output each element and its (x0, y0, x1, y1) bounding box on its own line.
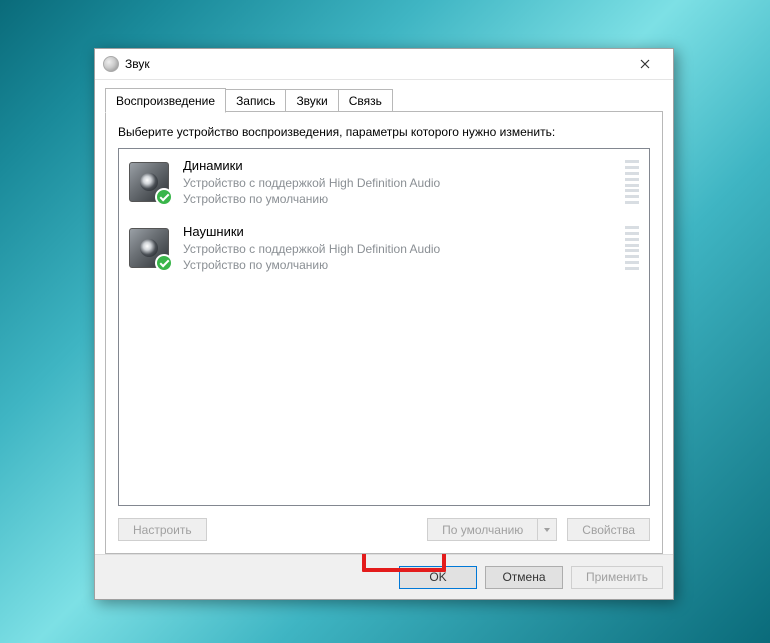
device-item-speakers[interactable]: Динамики Устройство с поддержкой High De… (119, 149, 649, 215)
device-name: Динамики (183, 157, 611, 175)
level-meter (625, 226, 639, 270)
device-status: Устройство по умолчанию (183, 257, 611, 273)
close-button[interactable] (625, 50, 665, 78)
titlebar[interactable]: Звук (95, 49, 673, 80)
instruction-text: Выберите устройство воспроизведения, пар… (118, 124, 650, 140)
device-driver: Устройство с поддержкой High Definition … (183, 241, 611, 257)
device-list[interactable]: Динамики Устройство с поддержкой High De… (118, 148, 650, 506)
device-driver: Устройство с поддержкой High Definition … (183, 175, 611, 191)
device-text: Динамики Устройство с поддержкой High De… (183, 157, 611, 207)
device-name: Наушники (183, 223, 611, 241)
dialog-body: Воспроизведение Запись Звуки Связь Выбер… (95, 80, 673, 554)
speaker-icon (129, 228, 169, 268)
sound-dialog: Звук Воспроизведение Запись Звуки Связь … (94, 48, 674, 600)
close-icon (640, 59, 650, 69)
panel-button-row: Настроить По умолчанию Свойства (118, 518, 650, 541)
set-default-dropdown[interactable] (537, 518, 557, 541)
speaker-icon (129, 162, 169, 202)
sound-icon (103, 56, 119, 72)
set-default-splitbutton[interactable]: По умолчанию (427, 518, 557, 541)
chevron-down-icon (543, 526, 551, 534)
properties-button[interactable]: Свойства (567, 518, 650, 541)
level-meter (625, 160, 639, 204)
ok-button[interactable]: OK (399, 566, 477, 589)
tab-sounds[interactable]: Звуки (285, 89, 338, 112)
tab-playback[interactable]: Воспроизведение (105, 88, 226, 113)
device-text: Наушники Устройство с поддержкой High De… (183, 223, 611, 273)
dialog-footer: OK Отмена Применить (95, 554, 673, 599)
window-title: Звук (125, 57, 625, 71)
tab-strip: Воспроизведение Запись Звуки Связь (105, 88, 663, 112)
device-item-headphones[interactable]: Наушники Устройство с поддержкой High De… (119, 215, 649, 281)
default-check-icon (155, 254, 173, 272)
set-default-button[interactable]: По умолчанию (427, 518, 537, 541)
tab-recording[interactable]: Запись (225, 89, 286, 112)
configure-button[interactable]: Настроить (118, 518, 207, 541)
apply-button[interactable]: Применить (571, 566, 663, 589)
device-status: Устройство по умолчанию (183, 191, 611, 207)
default-check-icon (155, 188, 173, 206)
cancel-button[interactable]: Отмена (485, 566, 563, 589)
tab-panel-playback: Выберите устройство воспроизведения, пар… (105, 111, 663, 554)
tab-comm[interactable]: Связь (338, 89, 393, 112)
